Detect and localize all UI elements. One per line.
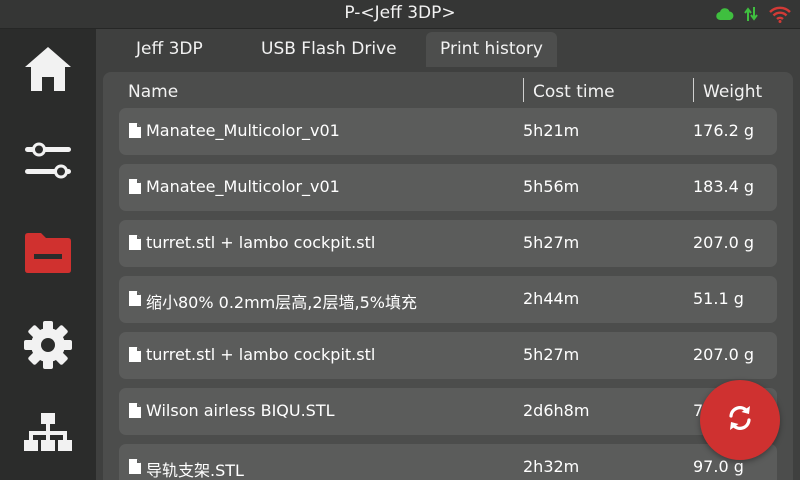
nav-home[interactable] bbox=[0, 29, 96, 113]
table-row[interactable]: 缩小80% 0.2mm层高,2层墙,5%填充 2h44m 51.1 g bbox=[119, 276, 777, 323]
file-name: turret.stl + lambo cockpit.stl bbox=[146, 233, 376, 252]
title-bar: P-<Jeff 3DP> bbox=[0, 0, 800, 29]
weight: 207.0 g bbox=[693, 345, 755, 364]
home-icon bbox=[23, 45, 73, 97]
file-name: 导轨支架.STL bbox=[146, 461, 244, 480]
file-name: Manatee_Multicolor_v01 bbox=[146, 177, 340, 196]
refresh-button[interactable] bbox=[700, 380, 780, 460]
print-history-list[interactable]: Name Cost time Weight Manatee_Multicolor… bbox=[103, 72, 793, 480]
sidebar bbox=[0, 29, 96, 480]
tab-print-history[interactable]: Print history bbox=[426, 32, 557, 67]
nav-settings-sliders[interactable] bbox=[0, 121, 96, 205]
file-name: turret.stl + lambo cockpit.stl bbox=[146, 345, 376, 364]
weight: 176.2 g bbox=[693, 121, 755, 140]
file-icon bbox=[129, 179, 141, 198]
weight: 51.1 g bbox=[693, 289, 744, 308]
refresh-icon bbox=[725, 403, 755, 437]
file-name: Wilson airless BIQU.STL bbox=[146, 401, 335, 420]
network-icon bbox=[23, 412, 73, 462]
tab-usb-flash-drive[interactable]: USB Flash Drive bbox=[247, 32, 411, 67]
wifi-icon bbox=[768, 5, 792, 23]
status-icons bbox=[716, 4, 792, 24]
column-header-weight: Weight bbox=[703, 82, 763, 102]
table-row[interactable]: Wilson airless BIQU.STL 2d6h8m 7 bbox=[119, 388, 777, 435]
file-name: 缩小80% 0.2mm层高,2层墙,5%填充 bbox=[146, 293, 418, 312]
table-row[interactable]: Manatee_Multicolor_v01 5h21m 176.2 g bbox=[119, 108, 777, 155]
file-name: Manatee_Multicolor_v01 bbox=[146, 121, 340, 140]
file-icon bbox=[129, 291, 141, 310]
weight: 207.0 g bbox=[693, 233, 755, 252]
main-panel: Jeff 3DP USB Flash Drive Print history N… bbox=[96, 29, 800, 480]
file-icon bbox=[129, 123, 141, 142]
cost-time: 2d6h8m bbox=[523, 401, 590, 420]
nav-system-settings[interactable] bbox=[0, 305, 96, 389]
table-row[interactable]: turret.stl + lambo cockpit.stl 5h27m 207… bbox=[119, 332, 777, 379]
weight: 183.4 g bbox=[693, 177, 755, 196]
cloud-icon bbox=[716, 7, 734, 21]
folder-icon bbox=[23, 232, 73, 278]
sliders-icon bbox=[23, 141, 73, 185]
transfer-arrows-icon bbox=[744, 6, 758, 22]
file-icon bbox=[129, 459, 141, 478]
cost-time: 5h27m bbox=[523, 233, 580, 252]
cost-time: 2h32m bbox=[523, 457, 580, 476]
gear-icon bbox=[23, 320, 73, 374]
column-divider bbox=[693, 78, 694, 102]
printer-title: P-<Jeff 3DP> bbox=[344, 3, 456, 23]
cost-time: 5h27m bbox=[523, 345, 580, 364]
column-header-cost-time: Cost time bbox=[533, 82, 615, 102]
column-header-name: Name bbox=[128, 82, 179, 102]
table-row[interactable]: 导轨支架.STL 2h32m 97.0 g bbox=[119, 444, 777, 480]
table-row[interactable]: Manatee_Multicolor_v01 5h56m 183.4 g bbox=[119, 164, 777, 211]
nav-network[interactable] bbox=[0, 395, 96, 479]
cost-time: 2h44m bbox=[523, 289, 580, 308]
table-row[interactable]: turret.stl + lambo cockpit.stl 5h27m 207… bbox=[119, 220, 777, 267]
file-icon bbox=[129, 235, 141, 254]
tab-bar: Jeff 3DP USB Flash Drive Print history bbox=[96, 29, 800, 67]
column-divider bbox=[523, 78, 524, 102]
cost-time: 5h21m bbox=[523, 121, 580, 140]
nav-files[interactable] bbox=[0, 213, 96, 297]
cost-time: 5h56m bbox=[523, 177, 580, 196]
tab-jeff-3dp[interactable]: Jeff 3DP bbox=[122, 32, 217, 67]
file-icon bbox=[129, 403, 141, 422]
file-icon bbox=[129, 347, 141, 366]
